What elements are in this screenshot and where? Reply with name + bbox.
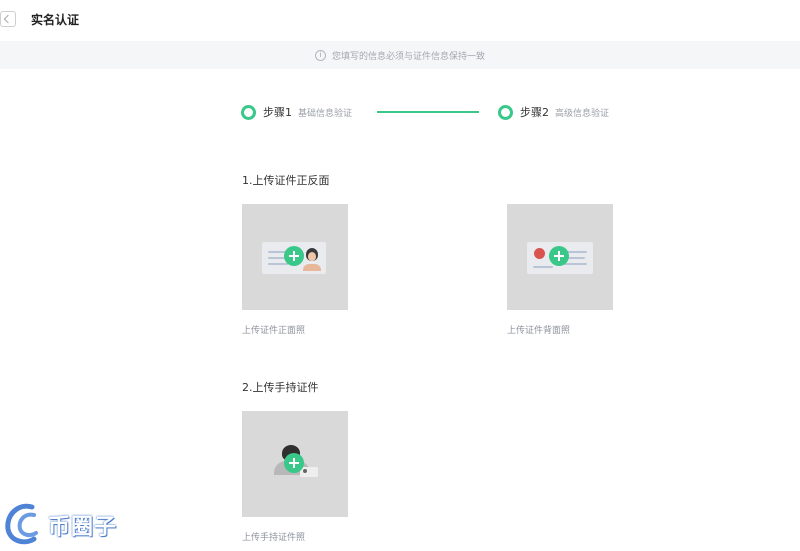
step-1: 步骤1 基础信息验证 [241,103,352,121]
upload-id-back-card[interactable] [507,204,613,310]
step-2-desc: 高级信息验证 [555,108,610,119]
upload-id-front-card[interactable] [242,204,348,310]
step-1-dot-icon [241,104,256,120]
back-button[interactable] [0,11,16,27]
back-arrow-icon [3,14,13,24]
step-2: 步骤2 高级信息验证 [498,103,609,121]
header: 实名认证 [0,0,800,40]
step-connector [377,111,479,113]
section-title-handheld: 2.上传手持证件 [242,381,319,394]
upload-handheld-label[interactable]: 上传手持证件照 [242,530,305,543]
add-icon [284,453,304,473]
add-icon [284,246,304,266]
upload-id-front-label[interactable]: 上传证件正面照 [242,323,305,336]
watermark: 币圈子 [2,499,142,547]
step-2-dot-icon [498,104,513,120]
add-icon [549,246,569,266]
notice-bar: i 您填写的信息必须与证件信息保持一致 [0,41,800,69]
section-title-id-sides: 1.上传证件正反面 [242,174,330,187]
step-indicator: 步骤1 基础信息验证 步骤2 高级信息验证 [241,103,621,121]
watermark-text: 币圈子 [48,515,118,540]
upload-handheld-card[interactable] [242,411,348,517]
info-icon: i [314,49,326,61]
page-title: 实名认证 [31,13,80,27]
step-1-desc: 基础信息验证 [298,108,353,119]
step-1-title: 步骤1 [263,106,292,119]
step-2-title: 步骤2 [520,106,549,119]
notice-text: 您填写的信息必须与证件信息保持一致 [331,51,485,62]
upload-id-back-label[interactable]: 上传证件背面照 [507,323,570,336]
watermark-logo-icon [5,503,38,545]
